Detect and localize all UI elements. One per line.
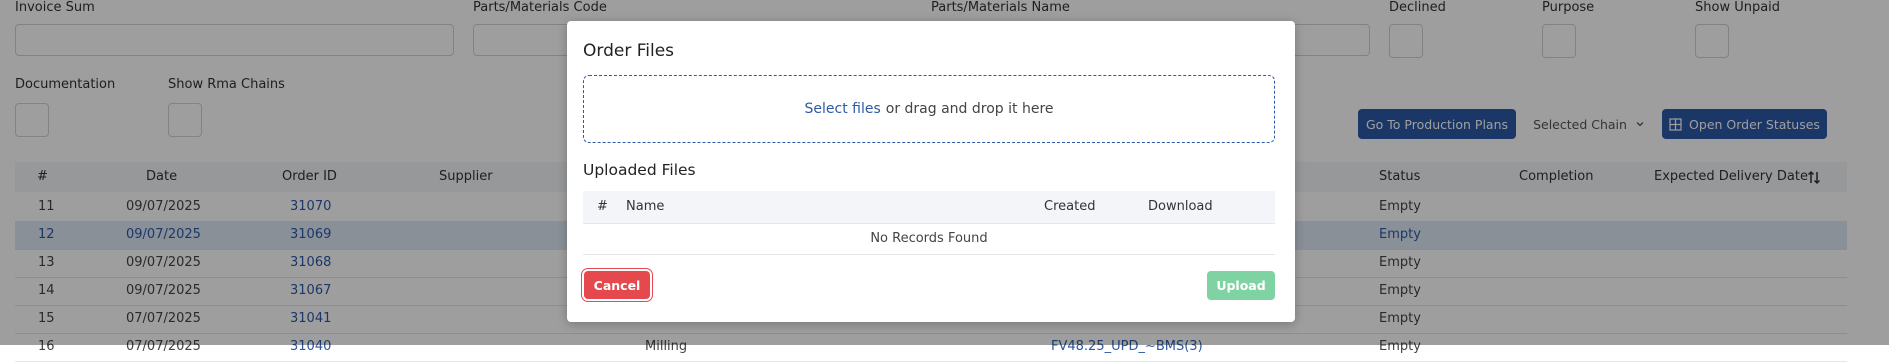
empty-state-text: No Records Found (583, 224, 1275, 255)
uploaded-files-header: # Name Created Download (583, 191, 1275, 224)
drop-hint-text: or drag and drop it here (885, 101, 1054, 117)
upload-button-label: Upload (1216, 278, 1266, 293)
cancel-button[interactable]: Cancel (584, 271, 650, 299)
upload-button[interactable]: Upload (1207, 271, 1275, 300)
column-header-num: # (597, 199, 608, 214)
column-header-download: Download (1148, 199, 1213, 214)
cancel-button-label: Cancel (593, 277, 641, 293)
order-files-dialog: Order Files Select files or drag and dro… (567, 21, 1295, 322)
select-files-link[interactable]: Select files (805, 101, 881, 117)
file-drop-zone[interactable]: Select files or drag and drop it here (583, 75, 1275, 143)
column-header-created: Created (1044, 199, 1096, 214)
uploaded-files-title: Uploaded Files (583, 161, 696, 179)
dialog-title: Order Files (583, 41, 675, 61)
column-header-name: Name (626, 199, 665, 214)
